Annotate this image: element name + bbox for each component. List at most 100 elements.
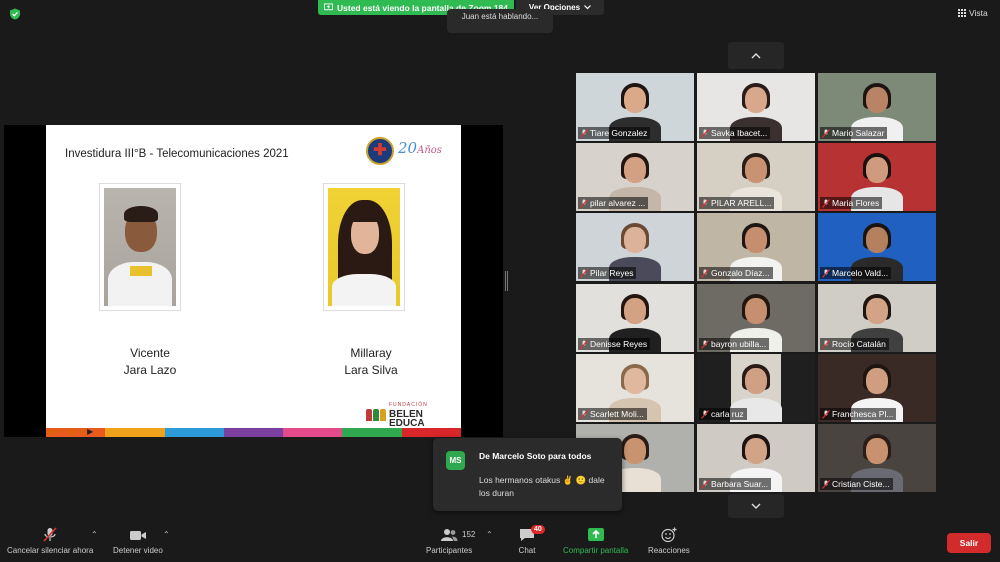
participant-name: Denisse Reyes xyxy=(590,339,648,349)
participants-count: 152 xyxy=(462,530,476,539)
share-arrow-icon xyxy=(587,528,604,541)
participant-tile[interactable]: Tiare Gonzalez xyxy=(576,73,694,141)
participant-tile[interactable]: Pilar Reyes xyxy=(576,213,694,281)
school-logo: FUNDACIÓN BELEN EDUCA xyxy=(366,401,461,429)
gallery-next-page-button[interactable] xyxy=(728,494,784,518)
children-icon xyxy=(366,408,386,421)
participants-label: Participantes xyxy=(426,546,473,555)
participant-tile[interactable]: Rocío Catalán xyxy=(818,284,936,352)
mic-muted-icon xyxy=(580,409,588,419)
participant-name: pilar alvarez ... xyxy=(590,198,646,208)
participant-name: Scarlett Moli... xyxy=(590,409,644,419)
participant-tile[interactable]: carla ruz xyxy=(697,354,815,422)
participant-tile[interactable]: Barbara Suar... xyxy=(697,424,815,492)
chevron-up-icon xyxy=(751,52,761,58)
gallery-prev-page-button[interactable] xyxy=(728,42,784,69)
participants-icon xyxy=(441,529,458,541)
menu-icon[interactable]: ▤ xyxy=(67,427,75,437)
chat-sender: De Marcelo Soto para todos xyxy=(479,451,592,461)
participant-tile[interactable]: Denisse Reyes xyxy=(576,284,694,352)
participant-tile[interactable]: PILAR ARELL... xyxy=(697,143,815,211)
mic-muted-icon xyxy=(701,409,709,419)
participants-caret-icon[interactable]: ⌃ xyxy=(486,530,493,539)
reactions-button[interactable]: Reacciones xyxy=(648,527,690,555)
mic-muted-icon xyxy=(580,339,588,349)
participant-tile[interactable]: Gonzalo Díaz... xyxy=(697,213,815,281)
mic-muted-icon xyxy=(580,198,588,208)
student-last-name: Lara Silva xyxy=(344,363,398,377)
reactions-label: Reacciones xyxy=(648,546,690,555)
participant-name: Tiare Gonzalez xyxy=(590,128,648,138)
participant-tile[interactable]: Mario Salazar xyxy=(818,73,936,141)
stop-video-button[interactable]: Detener video xyxy=(113,527,163,555)
participant-name-label: Maria Flores xyxy=(820,197,883,209)
next-arrow-icon[interactable]: ▶ xyxy=(87,427,93,437)
participant-name-label: Scarlett Moli... xyxy=(578,408,647,420)
mic-muted-icon xyxy=(822,128,830,138)
participant-name: Pilar Reyes xyxy=(590,268,634,278)
student-last-name: Jara Lazo xyxy=(123,363,177,377)
participant-name: Gonzalo Díaz... xyxy=(711,268,770,278)
participant-name-label: bayron ubilla... xyxy=(699,338,770,350)
participant-name-label: pilar alvarez ... xyxy=(578,197,649,209)
sender-avatar: MS xyxy=(446,451,465,470)
participant-tile[interactable]: bayron ubilla... xyxy=(697,284,815,352)
participant-name: carla ruz xyxy=(711,409,744,419)
share-screen-icon xyxy=(324,3,333,11)
unmute-button[interactable]: Cancelar silenciar ahora xyxy=(7,527,93,555)
prev-arrow-icon[interactable]: ◀ xyxy=(48,427,54,437)
chevron-down-icon xyxy=(751,503,761,509)
active-speaker-text: Juan está hablando... xyxy=(461,12,539,21)
participant-name: Barbara Suar... xyxy=(711,479,769,489)
student-first-name: Vicente xyxy=(130,346,170,360)
participant-name: bayron ubilla... xyxy=(711,339,767,349)
slide-nav-controls[interactable]: ◀ ✎ ▤ ⊕ ▶ xyxy=(46,427,93,437)
mic-muted-icon xyxy=(580,128,588,138)
participant-name-label: carla ruz xyxy=(699,408,747,420)
video-options-caret-icon[interactable]: ⌃ xyxy=(163,530,170,539)
unmute-label: Cancelar silenciar ahora xyxy=(7,546,94,555)
chat-message: Los hermanos otakus ✌ 🙂 dale los duran xyxy=(479,475,605,498)
mic-muted-icon xyxy=(701,128,709,138)
participant-tile[interactable]: Marcelo Vald... xyxy=(818,213,936,281)
participant-tile[interactable]: Franchesca Pl... xyxy=(818,354,936,422)
chevron-down-icon xyxy=(584,5,591,10)
stop-video-label: Detener video xyxy=(113,546,163,555)
participant-name-label: Rocío Catalán xyxy=(820,338,889,350)
leave-label: Salir xyxy=(959,538,979,548)
audio-options-caret-icon[interactable]: ⌃ xyxy=(91,530,98,539)
presentation-slide: Investidura III°B - Telecomunicaciones 2… xyxy=(46,125,461,437)
school-crest-icon: ✚ xyxy=(366,137,394,165)
participant-name-label: Cristian Ciste... xyxy=(820,478,893,490)
participant-tile[interactable]: pilar alvarez ... xyxy=(576,143,694,211)
video-camera-icon xyxy=(129,531,146,540)
mic-muted-icon xyxy=(701,339,709,349)
anniversary-logo: ✚ 20Años xyxy=(366,137,446,165)
participant-tile[interactable]: Cristian Ciste... xyxy=(818,424,936,492)
view-mode-label: Vista xyxy=(969,8,988,18)
school-name: BELEN EDUCA xyxy=(389,409,425,429)
participant-name-label: Savka Ibacet... xyxy=(699,127,771,139)
participant-name-label: PILAR ARELL... xyxy=(699,197,775,209)
view-mode-button[interactable]: Vista xyxy=(958,8,988,18)
zoom-icon[interactable]: ⊕ xyxy=(77,427,84,437)
chat-notification[interactable]: MS De Marcelo Soto para todos Los herman… xyxy=(433,438,622,511)
pen-icon[interactable]: ✎ xyxy=(57,427,64,437)
student-first-name: Millaray xyxy=(350,346,392,360)
participant-name: Marcelo Vald... xyxy=(832,268,889,278)
participant-name-label: Marcelo Vald... xyxy=(820,267,892,279)
mic-muted-icon xyxy=(822,198,830,208)
participant-tile[interactable]: Scarlett Moli... xyxy=(576,354,694,422)
participant-name: Mario Salazar xyxy=(832,128,885,138)
mic-muted-icon xyxy=(822,479,830,489)
participant-tile[interactable]: Maria Flores xyxy=(818,143,936,211)
leave-meeting-button[interactable]: Salir xyxy=(947,533,991,553)
logo-suffix: Años xyxy=(417,145,442,156)
share-screen-button[interactable]: Compartir pantalla xyxy=(563,527,628,555)
logo-number: 20 xyxy=(398,139,418,157)
participant-name: Cristian Ciste... xyxy=(832,479,890,489)
participant-name: PILAR ARELL... xyxy=(711,198,772,208)
splitter-handle[interactable] xyxy=(505,271,508,291)
encryption-shield-icon[interactable] xyxy=(9,8,21,20)
participant-tile[interactable]: Savka Ibacet... xyxy=(697,73,815,141)
